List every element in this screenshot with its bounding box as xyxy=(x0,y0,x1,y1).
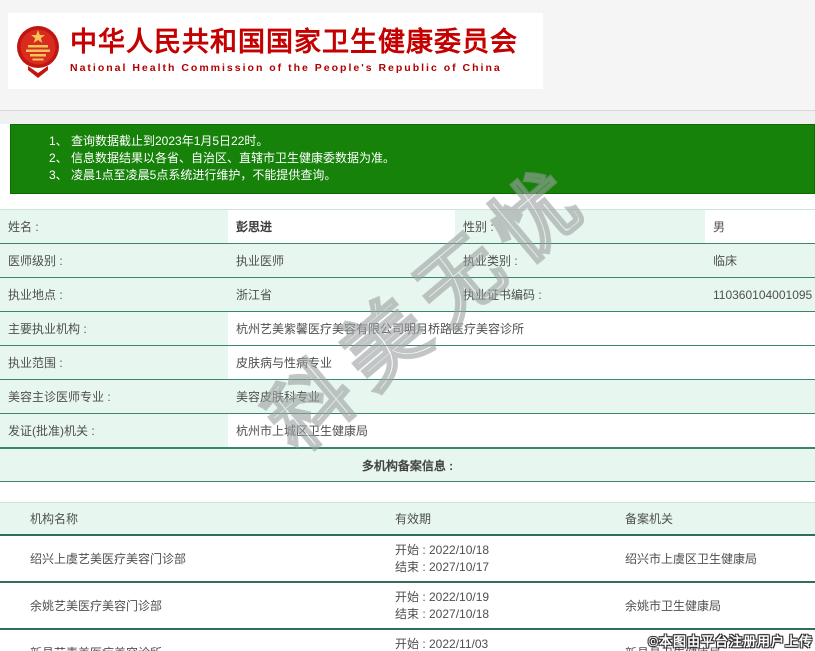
multi-org-table: 机构名称 有效期 备案机关 绍兴上虞艺美医疗美容门诊部 开始 : 2022/10… xyxy=(0,502,815,651)
field-label: 医师级别 : xyxy=(0,243,228,278)
page-subtitle: National Health Commission of the People… xyxy=(70,62,502,74)
section-title: 多机构备案信息 : xyxy=(0,448,815,482)
field-value: 男 xyxy=(705,209,815,244)
field-label: 执业证书编码 : xyxy=(455,277,705,312)
column-header: 备案机关 xyxy=(595,502,815,536)
section-spacer xyxy=(0,482,815,502)
table-row: 执业范围 : 皮肤病与性病专业 xyxy=(0,345,815,380)
field-label: 执业类别 : xyxy=(455,243,705,278)
header-titles: 中华人民共和国国家卫生健康委员会 National Health Commiss… xyxy=(70,27,518,75)
field-value: 杭州市上城区卫生健康局 xyxy=(228,413,815,448)
upload-credit-watermark: ©本图由平台注册用户上传 xyxy=(648,634,813,649)
field-value: 浙江省 xyxy=(228,277,455,312)
org-name: 余姚艺美医疗美容门诊部 xyxy=(0,582,365,630)
validity-start: 开始 : 2022/10/19 xyxy=(395,589,490,604)
validity-period: 开始 : 2022/11/03 结束 : 2027/11/02 xyxy=(365,629,595,651)
header-divider-strip xyxy=(0,111,815,124)
validity-start: 开始 : 2022/10/18 xyxy=(395,542,490,557)
table-header-row: 机构名称 有效期 备案机关 xyxy=(0,502,815,536)
national-emblem-icon xyxy=(17,26,59,78)
validity-start: 开始 : 2022/11/03 xyxy=(395,636,489,651)
field-value: 执业医师 xyxy=(228,243,455,278)
field-label: 姓名 : xyxy=(0,209,228,244)
table-row: 余姚艺美医疗美容门诊部 开始 : 2022/10/19 结束 : 2027/10… xyxy=(0,582,815,630)
column-header: 有效期 xyxy=(365,502,595,536)
notice-line: 3、 凌晨1点至凌晨5点系统进行维护，不能提供查询。 xyxy=(49,168,337,182)
table-row: 绍兴上虞艺美医疗美容门诊部 开始 : 2022/10/18 结束 : 2027/… xyxy=(0,535,815,583)
column-header: 机构名称 xyxy=(0,502,365,536)
org-name: 绍兴上虞艺美医疗美容门诊部 xyxy=(0,535,365,583)
table-row: 医师级别 : 执业医师 执业类别 : 临床 xyxy=(0,243,815,278)
field-label: 主要执业机构 : xyxy=(0,311,228,346)
nhc-logo-banner: 中华人民共和国国家卫生健康委员会 National Health Commiss… xyxy=(8,13,543,89)
page-title: 中华人民共和国国家卫生健康委员会 xyxy=(70,27,518,58)
table-row: 美容主诊医师专业 : 美容皮肤科专业 xyxy=(0,379,815,414)
notice-line: 1、 查询数据截止到2023年1月5日22时。 xyxy=(49,134,269,148)
field-label: 执业范围 : xyxy=(0,345,228,380)
field-label: 执业地点 : xyxy=(0,277,228,312)
field-value: 临床 xyxy=(705,243,815,278)
table-row: 姓名 : 彭思进 性别 : 男 xyxy=(0,209,815,244)
field-value: 110360104001095 xyxy=(705,277,815,312)
filing-authority: 余姚市卫生健康局 xyxy=(595,582,815,630)
org-name: 新昌艺素美医疗美容诊所 xyxy=(0,629,365,651)
validity-period: 开始 : 2022/10/19 结束 : 2027/10/18 xyxy=(365,582,595,630)
field-value: 杭州艺美紫馨医疗美容有限公司明月桥路医疗美容诊所 xyxy=(228,311,815,346)
table-row: 执业地点 : 浙江省 执业证书编码 : 110360104001095 xyxy=(0,277,815,312)
physician-query-result-page: 中华人民共和国国家卫生健康委员会 National Health Commiss… xyxy=(0,0,815,651)
validity-end: 结束 : 2027/10/18 xyxy=(395,606,490,621)
validity-period: 开始 : 2022/10/18 结束 : 2027/10/17 xyxy=(365,535,595,583)
page-header: 中华人民共和国国家卫生健康委员会 National Health Commiss… xyxy=(0,0,815,111)
notice-line: 2、 信息数据结果以各省、自治区、直辖市卫生健康委数据为准。 xyxy=(49,151,396,165)
field-label: 美容主诊医师专业 : xyxy=(0,379,228,414)
field-label: 性别 : xyxy=(455,209,705,244)
field-label: 发证(批准)机关 : xyxy=(0,413,228,448)
field-value: 皮肤病与性病专业 xyxy=(228,345,815,380)
filing-authority: 绍兴市上虞区卫生健康局 xyxy=(595,535,815,583)
table-row: 主要执业机构 : 杭州艺美紫馨医疗美容有限公司明月桥路医疗美容诊所 xyxy=(0,311,815,346)
table-row: 发证(批准)机关 : 杭州市上城区卫生健康局 xyxy=(0,413,815,448)
doctor-info-table: 姓名 : 彭思进 性别 : 男 医师级别 : 执业医师 执业类别 : 临床 执业… xyxy=(0,209,815,448)
field-value-name: 彭思进 xyxy=(228,209,455,244)
notice-box: 1、 查询数据截止到2023年1月5日22时。 2、 信息数据结果以各省、自治区… xyxy=(10,124,815,194)
validity-end: 结束 : 2027/10/17 xyxy=(395,559,490,574)
field-value: 美容皮肤科专业 xyxy=(228,379,815,414)
